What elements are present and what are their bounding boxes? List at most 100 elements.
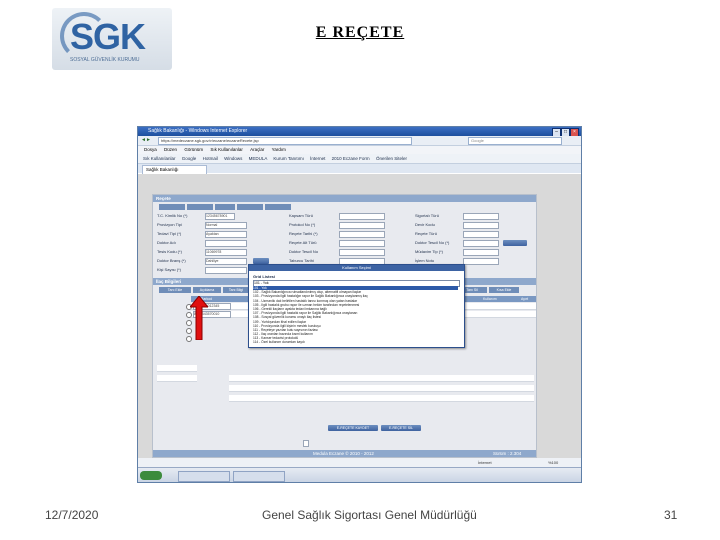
link-windows[interactable]: Windows [224,156,242,161]
label-kisi: Kişi Sayısı (*) [157,267,182,272]
menu-item-help[interactable]: Yardım [272,147,286,152]
sigortali-select[interactable] [463,213,499,220]
provizyon-select[interactable]: Normal [205,222,247,229]
col-kullanim: Kullanım [483,297,497,301]
tab-btn-3[interactable] [215,204,235,210]
link-medula[interactable]: MEDULA [249,156,268,161]
label-mudavim: Müdavim Tip (*) [415,249,444,254]
menu-item-view[interactable]: Görünüm [184,147,203,152]
doktor-tescil-select[interactable] [463,240,499,247]
zoom-level[interactable]: %100 [548,458,558,467]
recete-alt-select[interactable] [339,240,385,247]
window-title: Sağlık Bakanlığı - Windows Internet Expl… [148,128,248,134]
menu-item-favorites[interactable]: Sık Kullanılanlar [210,147,243,152]
tab-btn-1[interactable] [159,204,185,210]
link-suggested[interactable]: Önerilen Siteler [376,156,407,161]
recete-tarihi-input[interactable] [339,231,385,238]
doktor-bul-button[interactable] [503,240,527,246]
label-sigortali: Sigortalı Türü [415,213,439,218]
tab-tani-bilgi[interactable]: Tanı Bilgi [223,287,249,293]
tab-tani-ekle[interactable]: Tanı Ekle [159,287,191,293]
label-protokol: Protokol No (*) [289,222,316,227]
browser-titlebar: Sağlık Bakanlığı - Windows Internet Expl… [138,127,581,137]
label-recete-tarihi: Reçete Tarihi (*) [289,231,318,236]
menu-item-file[interactable]: Dosya [144,147,157,152]
col-ayirt: Ayırt [521,297,529,301]
tesis-input[interactable]: 11069978 [205,249,247,256]
red-arrow-icon [190,296,208,340]
status-zone: İnternet [478,460,492,465]
label-tedavi: Tedavi Tipi (*) [157,231,182,236]
footer-version: Sürüm : 2.304 [493,451,522,456]
link-internet[interactable]: İnternet [310,156,325,161]
footer-date: 12/7/2020 [45,508,99,522]
protokol-input[interactable] [339,222,385,229]
popup-label: Grid Listesi [253,274,276,279]
side-tab-kisa-ekle[interactable]: Kısa Ekle [489,287,519,293]
recete-turu-select[interactable] [463,231,499,238]
footer-copyright: Medula Eczane © 2010 - 2012 [313,451,374,456]
search-input[interactable]: Google [468,137,562,145]
mudavim-select[interactable] [463,249,499,256]
tab-bar: Sağlık Bakanlığı [138,164,581,174]
aciklama-row[interactable] [229,375,534,382]
back-icon[interactable]: ◄► [141,136,151,145]
tab-btn-2[interactable] [187,204,213,210]
islem-notu-input[interactable] [463,258,499,265]
logo-subtitle: SOSYAL GÜVENLİK KURUMU [70,57,140,63]
tani-row[interactable] [157,375,197,382]
label-recete-turu: Reçete Türü [415,231,437,236]
popup-title: Kullanım Seçimi [249,265,464,271]
link-kurum[interactable]: Kurum Tanıtımı [273,156,303,161]
brans-select[interactable]: Dahiliye [205,258,247,265]
browser-tab[interactable]: Sağlık Bakanlığı [142,165,207,174]
link-eczane-form[interactable]: 2010 Eczane Form [332,156,370,161]
links-bar: Sık Kullanılanlar Google Hotmail Windows… [138,154,581,164]
taskbar-item[interactable] [178,471,230,482]
kullanim-options: 101 - Yok 102 - Sağlık Bakanlığınca ruhs… [253,286,458,346]
tc-input[interactable]: 12345678901 [205,213,235,220]
label-tesis: Tesis Kodu (*) [157,249,182,254]
label-doktor-tescil-2: Doktor Tescil No (*) [415,240,450,245]
aciklama-row[interactable] [229,395,534,402]
tab-btn-5[interactable] [265,204,291,210]
option-item[interactable]: 114 - Özel kullanım durumları kaydı [253,340,458,344]
section-recete-header: Reçete [153,195,536,202]
label-tc: T.C. Kimlik No (*) [157,213,188,218]
page-number: 31 [664,508,678,522]
menu-item-edit[interactable]: Düzen [164,147,177,152]
start-button[interactable] [140,471,162,480]
e-recete-sil-button[interactable]: E-REÇETE SİL [381,425,421,431]
label-doktor-tescil: Doktor Tescil No [289,249,319,254]
e-recete-kaydet-button[interactable]: E-REÇETE KAYDET [328,425,378,431]
taskbar-item[interactable] [233,471,285,482]
menu-bar: Dosya Düzen Görünüm Sık Kullanılanlar Ar… [138,146,581,154]
kisi-input[interactable] [205,267,247,274]
tab-aciklama[interactable]: Açıklama [193,287,221,293]
label-doktor: Doktor Adı [157,240,176,245]
label-recete-alt: Reçete Alt Türü [289,240,317,245]
label-kapsam: Kapsam Türü [289,213,313,218]
kapsam-select[interactable] [339,213,385,220]
link-hotmail[interactable]: Hotmail [203,156,218,161]
tab-btn-4[interactable] [237,204,263,210]
tani-row[interactable] [157,365,197,372]
devir-input[interactable] [463,222,499,229]
address-bar: ◄► https://medeczane.sgk.gov.tr/eczane/e… [138,136,581,146]
link-google[interactable]: Google [182,156,197,161]
taskbar [138,467,581,482]
status-bar: İnternet %100 [138,458,581,467]
kullanim-popup: Kullanım Seçimi Grid Listesi 101 - Yok 1… [248,264,465,348]
onay-checkbox[interactable] [303,440,309,447]
aciklama-row[interactable] [229,385,534,392]
panel-footer: Medula Eczane © 2010 - 2012 Sürüm : 2.30… [153,450,536,457]
link-favorites[interactable]: Sık Kullanılanlar [143,156,176,161]
doktor-tescil-input[interactable] [339,249,385,256]
label-devir: Devir Kodu [415,222,435,227]
doktor-input[interactable] [205,240,247,247]
label-brans: Doktor Branş (*) [157,258,186,263]
tedavi-select[interactable]: Ayaktan [205,231,247,238]
label-provizyon: Provizyon Tipi [157,222,182,227]
menu-item-tools[interactable]: Araçlar [250,147,264,152]
url-input[interactable]: https://medeczane.sgk.gov.tr/eczane/ecza… [158,137,412,145]
